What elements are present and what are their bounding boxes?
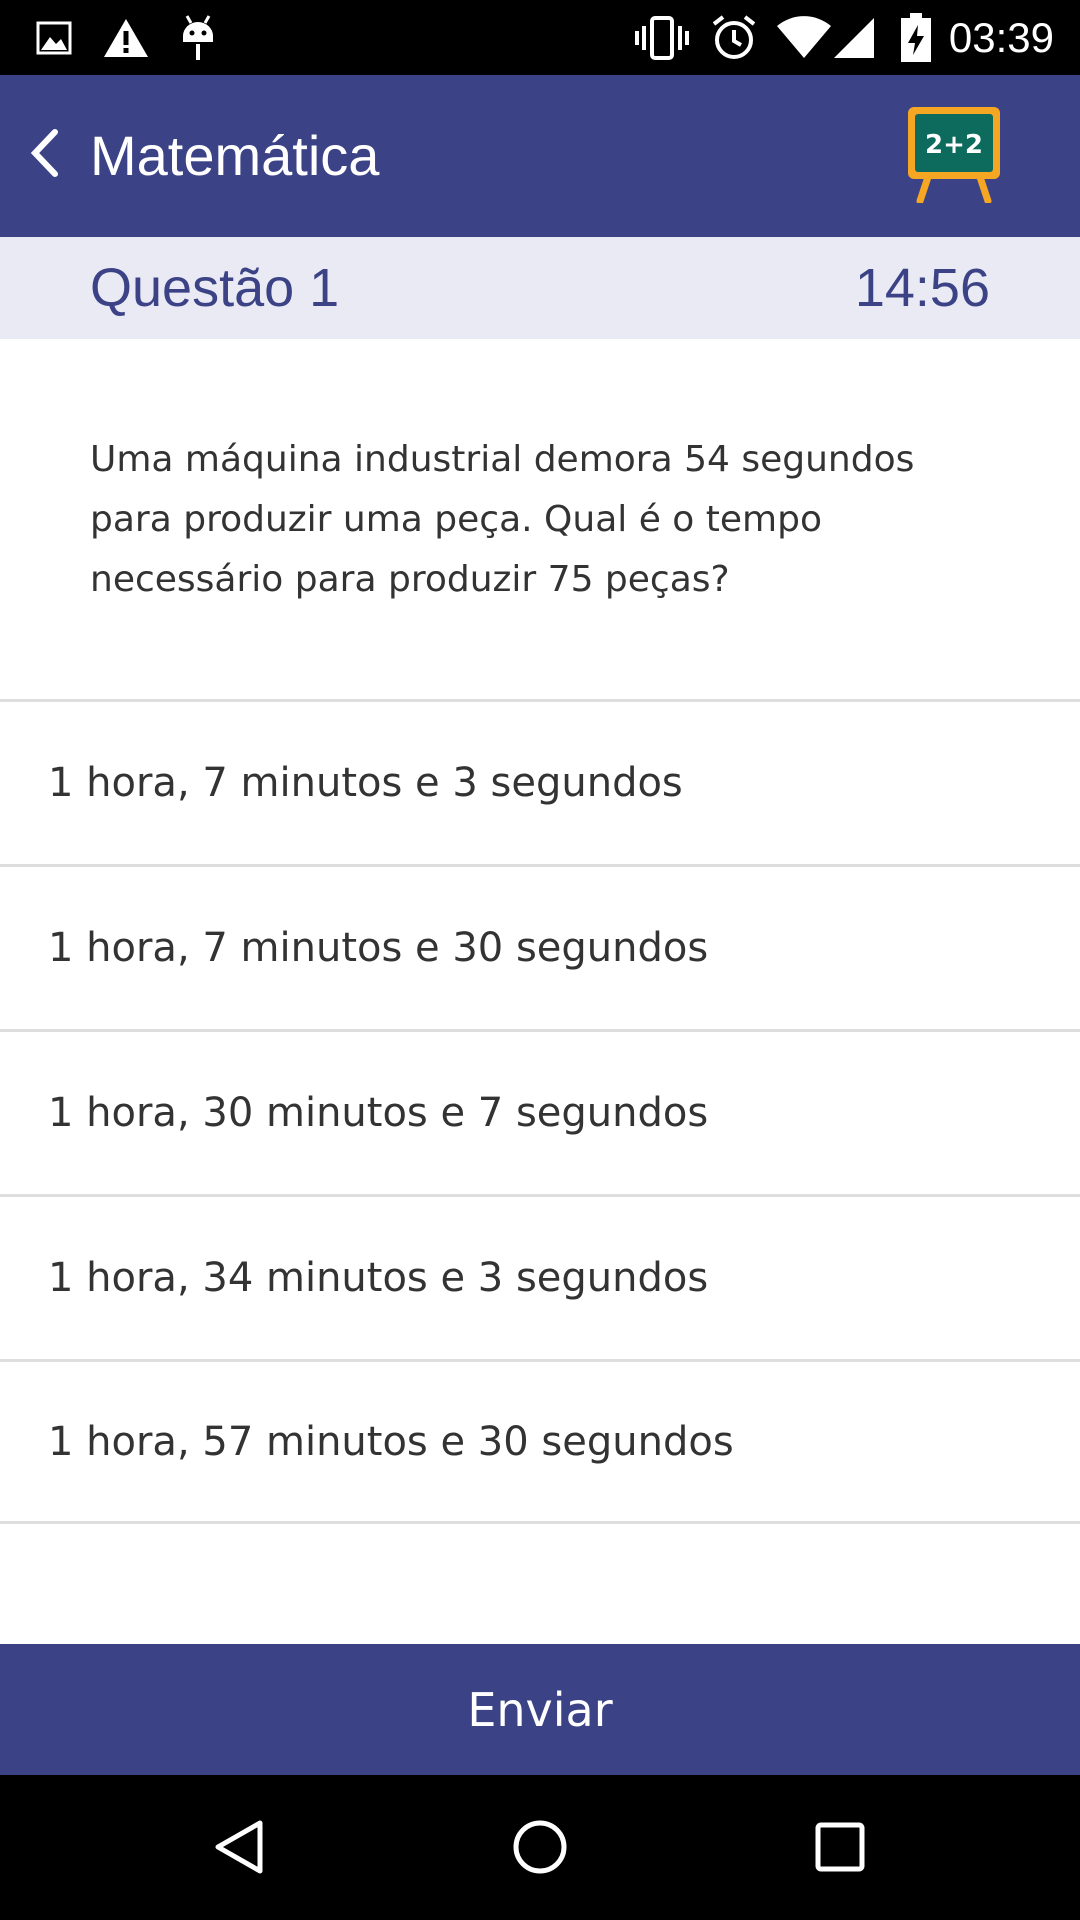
submit-button[interactable]: Enviar: [0, 1644, 1080, 1775]
question-text: Uma máquina industrial demora 54 segundo…: [90, 439, 915, 600]
question-header: Questão 1 14:56: [0, 237, 1080, 339]
recents-square-icon[interactable]: [790, 1797, 890, 1897]
android-icon: [176, 0, 220, 75]
app-bar: Matemática 2+2: [0, 75, 1080, 237]
navigation-bar: [0, 1775, 1080, 1920]
warning-icon: [100, 0, 152, 75]
back-triangle-icon[interactable]: [190, 1797, 290, 1897]
wifi-icon: [774, 0, 834, 75]
alarm-icon: [708, 0, 760, 75]
chalkboard-logo-icon: 2+2: [906, 105, 1002, 205]
answer-option-label: 1 hora, 30 minutos e 7 segundos: [48, 1090, 709, 1136]
image-icon: [34, 0, 74, 75]
answer-option-label: 1 hora, 34 minutos e 3 segundos: [48, 1255, 709, 1301]
answer-option[interactable]: 1 hora, 7 minutos e 3 segundos: [0, 699, 1080, 864]
chevron-left-icon: [27, 128, 61, 182]
answer-options-list: 1 hora, 7 minutos e 3 segundos 1 hora, 7…: [0, 699, 1080, 1524]
answer-option[interactable]: 1 hora, 7 minutos e 30 segundos: [0, 864, 1080, 1029]
answer-option-label: 1 hora, 57 minutos e 30 segundos: [48, 1418, 734, 1465]
clock-time: 03:39: [948, 14, 1054, 61]
answer-option-label: 1 hora, 7 minutos e 3 segundos: [48, 760, 683, 806]
vibrate-icon: [632, 0, 692, 75]
battery-icon: [896, 0, 936, 75]
answer-option[interactable]: 1 hora, 30 minutos e 7 segundos: [0, 1029, 1080, 1194]
logo-text: 2+2: [925, 130, 983, 160]
status-bar: 03:39: [0, 0, 1080, 75]
submit-button-label: Enviar: [467, 1682, 613, 1737]
page-title: Matemática: [90, 124, 380, 187]
home-circle-icon[interactable]: [490, 1797, 590, 1897]
question-number: Questão 1: [90, 258, 340, 318]
back-button[interactable]: [14, 115, 74, 195]
answer-option-label: 1 hora, 7 minutos e 30 segundos: [48, 925, 709, 971]
answer-option[interactable]: 1 hora, 34 minutos e 3 segundos: [0, 1194, 1080, 1359]
answer-option[interactable]: 1 hora, 57 minutos e 30 segundos: [0, 1359, 1080, 1524]
signal-icon: [830, 0, 878, 75]
countdown-timer: 14:56: [854, 258, 990, 318]
